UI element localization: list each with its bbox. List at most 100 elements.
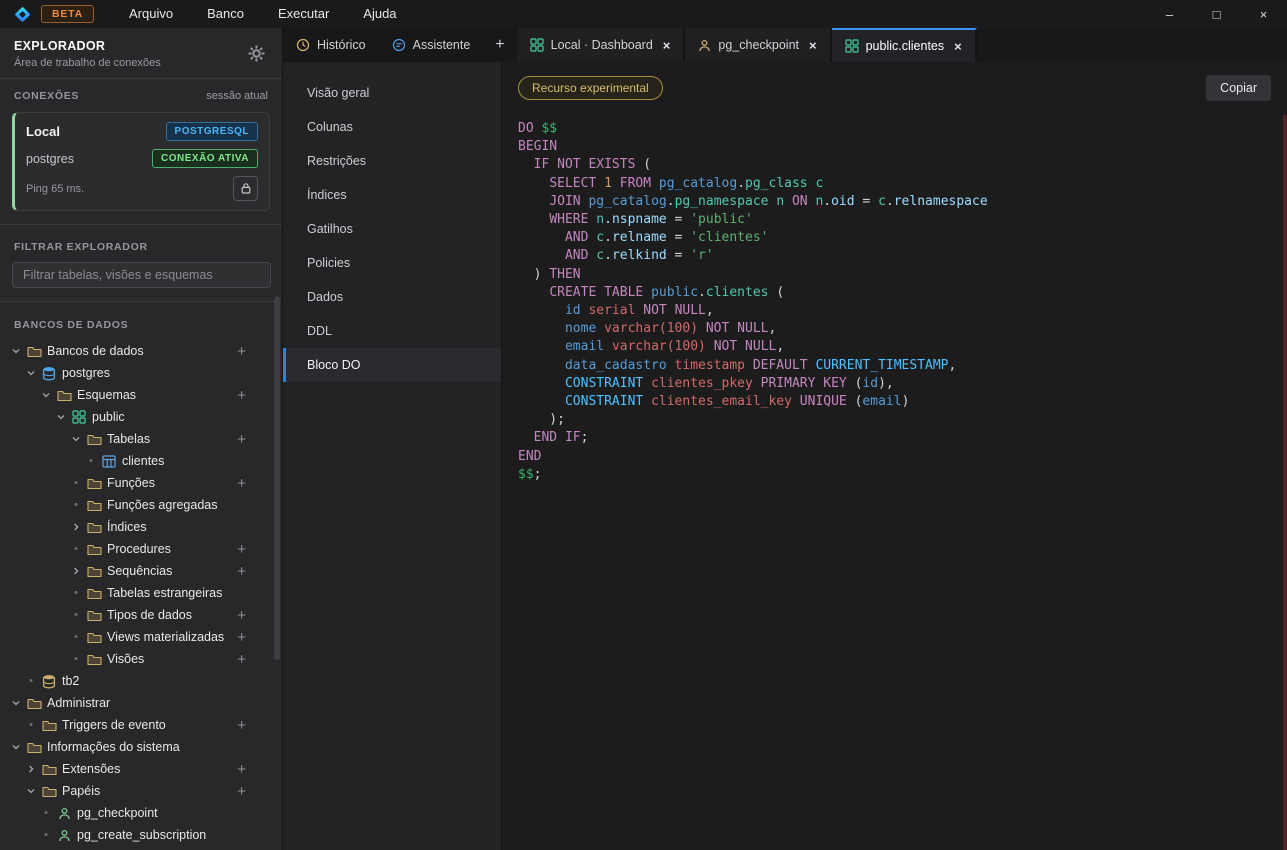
tree-item-pap-is[interactable]: Papéis+ bbox=[0, 780, 282, 802]
tab-public-clientes[interactable]: public.clientes× bbox=[832, 28, 977, 62]
person-tan-icon bbox=[698, 39, 711, 52]
chevron-down-icon[interactable] bbox=[8, 698, 24, 708]
connection-card[interactable]: Local POSTGRESQL postgres CONEXÃO ATIVA … bbox=[12, 112, 270, 211]
folder-icon bbox=[54, 389, 74, 402]
add-item-button[interactable]: + bbox=[237, 762, 246, 777]
nav-item-dados[interactable]: Dados bbox=[283, 280, 501, 314]
engine-badge: POSTGRESQL bbox=[166, 122, 258, 141]
folder-icon bbox=[84, 631, 104, 644]
tree-item-views-materializadas[interactable]: •Views materializadas+ bbox=[0, 626, 282, 648]
sidebar-scrollbar[interactable] bbox=[274, 296, 280, 660]
tree-item-sequ-ncias[interactable]: Sequências + bbox=[0, 560, 282, 582]
chevron-right-icon[interactable] bbox=[68, 566, 84, 576]
nav-item-ddl[interactable]: DDL bbox=[283, 314, 501, 348]
nav-item-ndices[interactable]: Índices bbox=[283, 178, 501, 212]
add-item-button[interactable]: + bbox=[237, 388, 246, 403]
tab-assistente[interactable]: Assistente bbox=[379, 28, 484, 62]
code-line: data_cadastro timestamp DEFAULT CURRENT_… bbox=[518, 357, 1271, 375]
add-item-button[interactable]: + bbox=[237, 564, 246, 579]
folder-icon bbox=[24, 345, 44, 358]
copy-button[interactable]: Copiar bbox=[1206, 75, 1271, 101]
chevron-down-icon[interactable] bbox=[23, 368, 39, 378]
tab-hist-rico[interactable]: Histórico bbox=[283, 28, 379, 62]
filter-input[interactable] bbox=[12, 262, 271, 288]
tab-label: pg_checkpoint bbox=[718, 38, 799, 52]
explorer-subtitle: Área de trabalho de conexões bbox=[14, 57, 268, 69]
tree-item-bancos-de-dados[interactable]: Bancos de dados+ bbox=[0, 340, 282, 362]
tree-item-ndices[interactable]: Índices bbox=[0, 516, 282, 538]
chevron-down-icon[interactable] bbox=[68, 434, 84, 444]
add-item-button[interactable]: + bbox=[237, 784, 246, 799]
tab-close-icon[interactable]: × bbox=[954, 39, 962, 54]
nav-item-restri-es[interactable]: Restrições bbox=[283, 144, 501, 178]
tree-item-tb2[interactable]: •tb2 bbox=[0, 670, 282, 692]
menu-banco[interactable]: Banco bbox=[190, 0, 261, 28]
chevron-down-icon[interactable] bbox=[38, 390, 54, 400]
add-item-button[interactable]: + bbox=[237, 476, 246, 491]
add-item-button[interactable]: + bbox=[237, 542, 246, 557]
connection-name: Local bbox=[26, 124, 60, 139]
tree-item-pg-database-owner[interactable]: •pg_database_owner bbox=[0, 846, 282, 850]
tree-item-label: Views materializadas bbox=[107, 630, 224, 644]
tree-item-postgres[interactable]: postgres bbox=[0, 362, 282, 384]
add-item-button[interactable]: + bbox=[237, 608, 246, 623]
tree-item-tabelas[interactable]: Tabelas+ bbox=[0, 428, 282, 450]
gear-icon[interactable] bbox=[247, 44, 266, 68]
tree-item-clientes[interactable]: •clientes bbox=[0, 450, 282, 472]
chevron-right-icon[interactable] bbox=[23, 764, 39, 774]
code-scrollbar[interactable] bbox=[1283, 115, 1287, 850]
tree-item-public[interactable]: public bbox=[0, 406, 282, 428]
close-button[interactable]: × bbox=[1240, 0, 1287, 28]
filter-label: FILTRAR EXPLORADOR bbox=[14, 241, 148, 253]
tree-item-tipos-de-dados[interactable]: •Tipos de dados+ bbox=[0, 604, 282, 626]
chevron-down-icon[interactable] bbox=[8, 742, 24, 752]
add-item-button[interactable]: + bbox=[237, 652, 246, 667]
sql-code-block[interactable]: DO $$BEGIN IF NOT EXISTS ( SELECT 1 FROM… bbox=[518, 120, 1271, 484]
nav-item-bloco-do[interactable]: Bloco DO bbox=[283, 348, 501, 382]
connections-label: CONEXÕES bbox=[14, 90, 79, 102]
folder-icon bbox=[39, 785, 59, 798]
tree-item-label: Tipos de dados bbox=[107, 608, 192, 622]
menu-executar[interactable]: Executar bbox=[261, 0, 346, 28]
tree-item-procedures[interactable]: •Procedures+ bbox=[0, 538, 282, 560]
menu-ajuda[interactable]: Ajuda bbox=[346, 0, 413, 28]
chevron-down-icon[interactable] bbox=[53, 412, 69, 422]
tab-pg-checkpoint[interactable]: pg_checkpoint × bbox=[685, 28, 831, 62]
lock-button[interactable] bbox=[233, 176, 258, 201]
tree-item-pg-checkpoint[interactable]: •pg_checkpoint bbox=[0, 802, 282, 824]
chevron-right-icon[interactable] bbox=[68, 522, 84, 532]
folder-icon bbox=[24, 697, 44, 710]
maximize-button[interactable]: □ bbox=[1193, 0, 1240, 28]
minimize-button[interactable]: – bbox=[1146, 0, 1193, 28]
add-item-button[interactable]: + bbox=[237, 344, 246, 359]
code-line: email varchar(100) NOT NULL, bbox=[518, 338, 1271, 356]
chevron-down-icon[interactable] bbox=[8, 346, 24, 356]
tree-item-label: Sequências bbox=[107, 564, 172, 578]
grid-green-icon bbox=[69, 410, 89, 424]
tree-bullet: • bbox=[23, 719, 39, 731]
tree-item-fun-es-agregadas[interactable]: •Funções agregadas bbox=[0, 494, 282, 516]
nav-item-colunas[interactable]: Colunas bbox=[283, 110, 501, 144]
folder-icon bbox=[39, 719, 59, 732]
menu-arquivo[interactable]: Arquivo bbox=[112, 0, 190, 28]
nav-item-policies[interactable]: Policies bbox=[283, 246, 501, 280]
tree-item-pg-create-subscription[interactable]: •pg_create_subscription bbox=[0, 824, 282, 846]
tree-item-administrar[interactable]: Administrar bbox=[0, 692, 282, 714]
tab-close-icon[interactable]: × bbox=[663, 38, 671, 53]
tab-close-icon[interactable]: × bbox=[809, 38, 817, 53]
tree-item-fun-es[interactable]: •Funções+ bbox=[0, 472, 282, 494]
add-item-button[interactable]: + bbox=[237, 432, 246, 447]
tree-item-extens-es[interactable]: Extensões+ bbox=[0, 758, 282, 780]
tab-local-dashboard[interactable]: Local · Dashboard× bbox=[517, 28, 686, 62]
add-item-button[interactable]: + bbox=[237, 718, 246, 733]
tree-item-tabelas-estrangeiras[interactable]: •Tabelas estrangeiras bbox=[0, 582, 282, 604]
new-tab-button[interactable]: + bbox=[483, 28, 516, 62]
chevron-down-icon[interactable] bbox=[23, 786, 39, 796]
nav-item-vis-o-geral[interactable]: Visão geral bbox=[283, 76, 501, 110]
tree-item-triggers-de-evento[interactable]: •Triggers de evento+ bbox=[0, 714, 282, 736]
add-item-button[interactable]: + bbox=[237, 630, 246, 645]
nav-item-gatilhos[interactable]: Gatilhos bbox=[283, 212, 501, 246]
tree-item-esquemas[interactable]: Esquemas+ bbox=[0, 384, 282, 406]
tree-item-informa-es-do-sistema[interactable]: Informações do sistema bbox=[0, 736, 282, 758]
tree-item-vis-es[interactable]: •Visões+ bbox=[0, 648, 282, 670]
